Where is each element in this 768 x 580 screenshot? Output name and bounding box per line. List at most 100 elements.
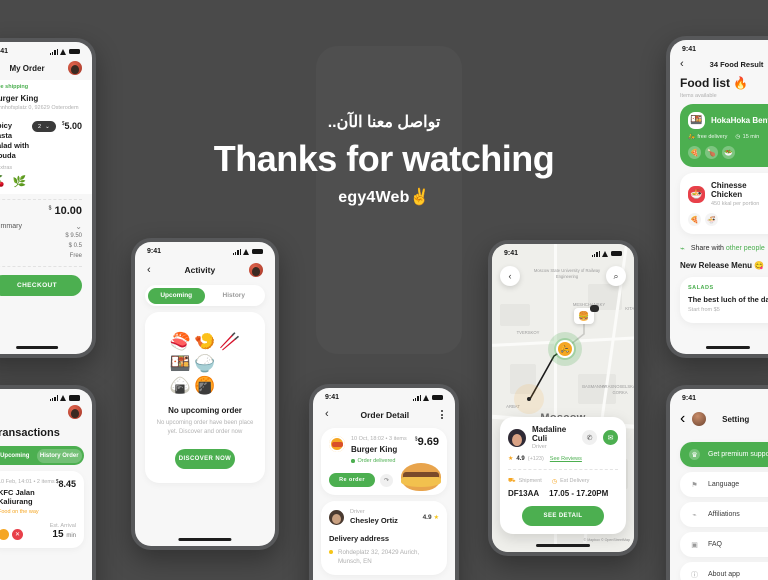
page-subtitle: Items available [680,93,717,99]
burger-king-logo-icon [329,436,345,452]
setting-item-about[interactable]: ⓘ About app [680,562,768,580]
chopsticks-icon: 🥢 [219,332,241,351]
location-dot-icon [329,550,333,554]
status-dot-icon [0,529,9,540]
status-icons [591,250,622,257]
home-indicator [16,346,58,349]
share-row[interactable]: ⌁ Share with other people [670,240,768,257]
fire-icon: 🔥 [733,76,749,90]
order-name: KFC Jalan Kaliurang [0,488,35,506]
screen-title: Order Detail [360,409,410,420]
see-detail-button[interactable]: SEE DETAIL [522,506,604,526]
status-bar [0,389,92,403]
see-reviews-link[interactable]: See Reviews [550,456,582,462]
cancel-icon[interactable]: ✕ [12,529,23,540]
food-tag-icons: 🍕 🍜 [688,213,768,226]
delivery-address: Rohdeplatz 32, 20429 Aurich, Munsch, EN [338,549,420,566]
home-indicator [178,538,232,541]
share-link[interactable]: other people [726,245,765,252]
back-icon[interactable]: ‹ [680,59,684,70]
share-text: Share with other people [690,245,765,252]
page-title: Food list 🔥 [680,76,749,90]
status-time: 9:41 [0,48,9,55]
phone-transactions: Transactions Upcoming History Order 10 F… [0,385,96,580]
wifi-icon [243,248,250,255]
setting-item-label: Affiliations [708,511,740,518]
restaurant-name: Burger King [351,445,398,454]
setting-item-affiliations[interactable]: ⌁ Affiliations [680,502,768,527]
home-indicator [705,346,751,349]
avatar[interactable] [68,405,82,419]
wifi-icon [60,48,67,55]
driver-role: Driver [532,444,547,450]
driver-rating: 4.9 [422,513,432,521]
search-icon[interactable]: ⌕ [606,266,626,286]
order-status: Food on the way [0,509,39,515]
back-icon[interactable]: ‹ [325,409,329,420]
setting-item-faq[interactable]: ▣ FAQ [680,532,768,557]
empty-state-card: 🍣 🍤 🥢 🍱 🍚 · 🍙 🍘 · No upcoming order No u… [145,312,265,483]
summary-toggle[interactable]: Summary ⌄ [0,222,92,231]
courier-marker-icon[interactable]: 🛵 [558,342,572,356]
status-icons [49,48,80,55]
brand-credit: egy4Web✌️ [0,187,768,207]
share-icon[interactable]: ↷ [380,473,393,487]
battery-icon [432,394,443,401]
eta-value: 15 min [52,529,76,540]
setting-item-label: Get premium support [708,451,768,458]
status-icons [412,394,443,401]
section-title: New Release Menu 😋 [680,261,765,270]
battery-icon [611,250,622,257]
home-indicator [536,544,590,547]
checkout-button[interactable]: CHECKOUT [0,274,82,296]
signal-icon [49,48,58,55]
noodle-icon: 🍜 [705,213,718,226]
more-options-icon[interactable] [441,410,443,419]
avatar[interactable] [249,263,263,277]
driver-avatar [329,509,344,525]
status-icons [49,395,80,401]
order-meta: 10 Feb, 14:01 • 2 items [0,479,55,485]
call-icon[interactable]: ✆ [582,430,597,445]
promo-card-salads[interactable]: SALADS The best luch of the day Start fr… [680,277,768,323]
status-icons [232,248,263,255]
driver-label: Driver [350,509,365,515]
status-time: 9:41 [325,394,340,401]
tab-history-order[interactable]: History Order [37,448,82,463]
back-icon[interactable]: ‹ [500,266,520,286]
tab-upcoming[interactable]: Upcoming [147,287,205,304]
tab-group: Upcoming History Order [0,446,84,465]
share-icon: ⌁ [680,244,685,253]
screen-transactions: Transactions Upcoming History Order 10 F… [0,389,92,580]
nav-bar: ‹ 34 Food Result [670,55,768,70]
order-meta: 10 Oct, 18:02 • 3 items [351,436,407,442]
nav-bar: ‹ Setting [670,404,768,430]
order-status: Order delivered [357,458,396,464]
setting-item-label: FAQ [708,541,723,548]
promo-title: The best luch of the day [688,295,768,304]
nav-bar: ‹ Activity [135,257,275,279]
nav-bar: My Order [0,57,92,77]
tab-upcoming[interactable]: Upcoming [0,449,37,463]
clock-icon: ◷ [551,478,558,485]
transaction-card[interactable]: 10 Feb, 14:01 • 2 items KFC Jalan Kaliur… [0,471,84,548]
discover-now-button[interactable]: DISCOVER NOW [175,449,235,469]
back-icon[interactable]: ‹ [147,264,151,276]
tab-history[interactable]: History [205,288,263,304]
status-bar: 9:41 [492,244,634,259]
chat-icon[interactable]: ✉ [603,430,618,445]
address-title: Delivery address [329,534,390,543]
wifi-icon [60,395,67,401]
re-order-button[interactable]: Re order [329,473,375,487]
screen-title: Setting [722,414,750,424]
avatar[interactable] [68,61,82,75]
status-bar: 9:41 [670,40,768,55]
back-icon[interactable]: ‹ [680,410,685,428]
setting-item-premium[interactable]: ♛ Get premium support [680,442,768,467]
yum-icon: 😋 [754,261,765,270]
status-time: 9:41 [504,250,519,257]
arabic-tagline: تواصل معنا الآن.. [327,114,441,131]
avatar[interactable] [692,412,707,426]
setting-item-language[interactable]: ⚑ Language [680,472,768,497]
flag-icon: ⚑ [691,481,698,489]
